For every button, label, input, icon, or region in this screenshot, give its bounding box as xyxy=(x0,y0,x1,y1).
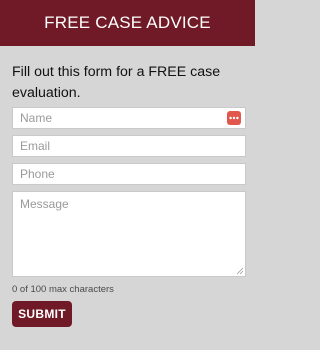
character-counter: 0 of 100 max characters xyxy=(12,284,114,295)
header-title: FREE CASE ADVICE xyxy=(44,13,211,32)
submit-button[interactable]: SUBMIT xyxy=(12,301,72,327)
widget-header: FREE CASE ADVICE xyxy=(0,0,255,46)
message-textarea[interactable] xyxy=(13,192,245,276)
name-field-wrapper xyxy=(12,107,246,129)
case-advice-widget: FREE CASE ADVICE Fill out this form for … xyxy=(0,0,255,350)
email-field-wrapper xyxy=(12,135,246,157)
phone-input[interactable] xyxy=(13,164,245,184)
form-intro-text: Fill out this form for a FREE case evalu… xyxy=(12,64,221,101)
name-input[interactable] xyxy=(13,108,245,128)
phone-field-wrapper xyxy=(12,163,246,185)
email-input[interactable] xyxy=(13,136,245,156)
resize-grip-icon[interactable] xyxy=(236,267,244,275)
autofill-icon[interactable] xyxy=(227,111,241,125)
message-field-wrapper xyxy=(12,191,246,277)
